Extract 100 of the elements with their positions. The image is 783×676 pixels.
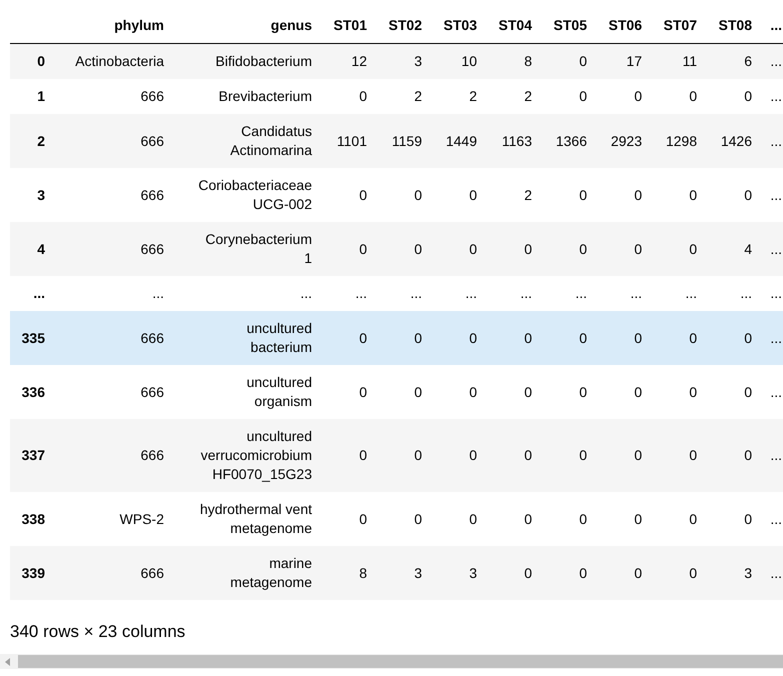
table-cell: 1163: [485, 114, 540, 168]
table-cell: 1101: [320, 114, 375, 168]
table-cell: 1366: [540, 114, 595, 168]
table-cell: 0: [540, 44, 595, 79]
table-cell: 11: [650, 44, 705, 79]
table-cell: 0: [540, 365, 595, 419]
table-cell: 0: [320, 419, 375, 492]
table-cell: 2: [430, 79, 485, 114]
table-cell: 0: [595, 168, 650, 222]
horizontal-scrollbar[interactable]: [0, 654, 783, 669]
table-cell: 1449: [430, 114, 485, 168]
row-index: 4: [10, 222, 52, 276]
table-cell: 0: [375, 168, 430, 222]
table-cell: 0: [430, 419, 485, 492]
table-cell: 0: [595, 365, 650, 419]
table-cell: 0: [705, 365, 760, 419]
table-cell: 0: [320, 365, 375, 419]
table-cell: 0: [485, 311, 540, 365]
table-cell: 666: [52, 365, 172, 419]
table-cell: 666: [52, 546, 172, 600]
table-cell: 0: [320, 492, 375, 546]
table-cell: 2923: [595, 114, 650, 168]
table-cell: 0: [705, 492, 760, 546]
table-cell: 8: [485, 44, 540, 79]
table-cell: uncultured verrucomicrobium HF0070_15G23: [172, 419, 320, 492]
table-cell: 0: [375, 222, 430, 276]
table-cell: 0: [705, 311, 760, 365]
table-cell: 0: [650, 546, 705, 600]
table-cell: Corynebacterium 1: [172, 222, 320, 276]
table-cell: marine metagenome: [172, 546, 320, 600]
table-cell: 0: [595, 222, 650, 276]
table-cell: 10: [430, 44, 485, 79]
table-cell: 0: [650, 222, 705, 276]
table-cell: 0: [485, 546, 540, 600]
scroll-left-icon[interactable]: [5, 658, 11, 666]
table-cell: 666: [52, 419, 172, 492]
table-cell: 0: [375, 365, 430, 419]
row-index: 338: [10, 492, 52, 546]
table-cell: 666: [52, 79, 172, 114]
table-cell: 0: [540, 419, 595, 492]
table-cell: 0: [650, 79, 705, 114]
table-cell: 0: [705, 79, 760, 114]
table-cell: uncultured bacterium: [172, 311, 320, 365]
table-cell: 0: [485, 222, 540, 276]
table-cell: Candidatus Actinomarina: [172, 114, 320, 168]
table-cell: 2: [485, 168, 540, 222]
table-cell: ...: [760, 44, 783, 79]
table-cell: ...: [485, 276, 540, 311]
table-cell: ...: [595, 276, 650, 311]
table-cell: 0: [430, 311, 485, 365]
table-cell: 0: [540, 168, 595, 222]
table-cell: 0: [540, 222, 595, 276]
table-cell: 666: [52, 222, 172, 276]
table-cell: 4: [705, 222, 760, 276]
table-cell: ...: [375, 276, 430, 311]
table-cell: 0: [375, 419, 430, 492]
table-cell: 666: [52, 114, 172, 168]
table-cell: 12: [320, 44, 375, 79]
table-summary: 340 rows × 23 columns: [10, 622, 186, 642]
table-cell: 0: [485, 365, 540, 419]
table-cell: 0: [320, 222, 375, 276]
table-cell: 0: [595, 79, 650, 114]
row-index: 1: [10, 79, 52, 114]
table-cell: ...: [650, 276, 705, 311]
table-cell: 17: [595, 44, 650, 79]
table-cell: 0: [430, 222, 485, 276]
table-cell: ...: [760, 546, 783, 600]
table-cell: 0: [375, 311, 430, 365]
table-cell: 0: [595, 492, 650, 546]
table-cell: 0: [485, 419, 540, 492]
table-cell: ...: [52, 276, 172, 311]
table-cell: Brevibacterium: [172, 79, 320, 114]
table-cell: ...: [760, 311, 783, 365]
table-cell: ...: [760, 168, 783, 222]
row-index: 336: [10, 365, 52, 419]
table-cell: 0: [375, 492, 430, 546]
row-index: ...: [10, 276, 52, 311]
table-cell: 0: [430, 168, 485, 222]
table-cell: WPS-2: [52, 492, 172, 546]
table-cell: 0: [540, 546, 595, 600]
table-cell: ...: [760, 114, 783, 168]
table-cell: 0: [540, 492, 595, 546]
table-cell: hydrothermal vent metagenome: [172, 492, 320, 546]
table-cell: 6: [705, 44, 760, 79]
table-cell: 3: [375, 546, 430, 600]
table-cell: 8: [320, 546, 375, 600]
row-index: 335: [10, 311, 52, 365]
scrollbar-thumb[interactable]: [18, 655, 783, 668]
table-cell: 666: [52, 168, 172, 222]
table-cell: 3: [430, 546, 485, 600]
row-index: 2: [10, 114, 52, 168]
table-cell: 0: [320, 79, 375, 114]
table-cell: ...: [705, 276, 760, 311]
table-cell: 2: [375, 79, 430, 114]
table-cell: 0: [650, 492, 705, 546]
table-cell: 1426: [705, 114, 760, 168]
table-cell: 0: [320, 311, 375, 365]
table-cell: ...: [430, 276, 485, 311]
table-cell: 0: [540, 79, 595, 114]
row-index: 3: [10, 168, 52, 222]
